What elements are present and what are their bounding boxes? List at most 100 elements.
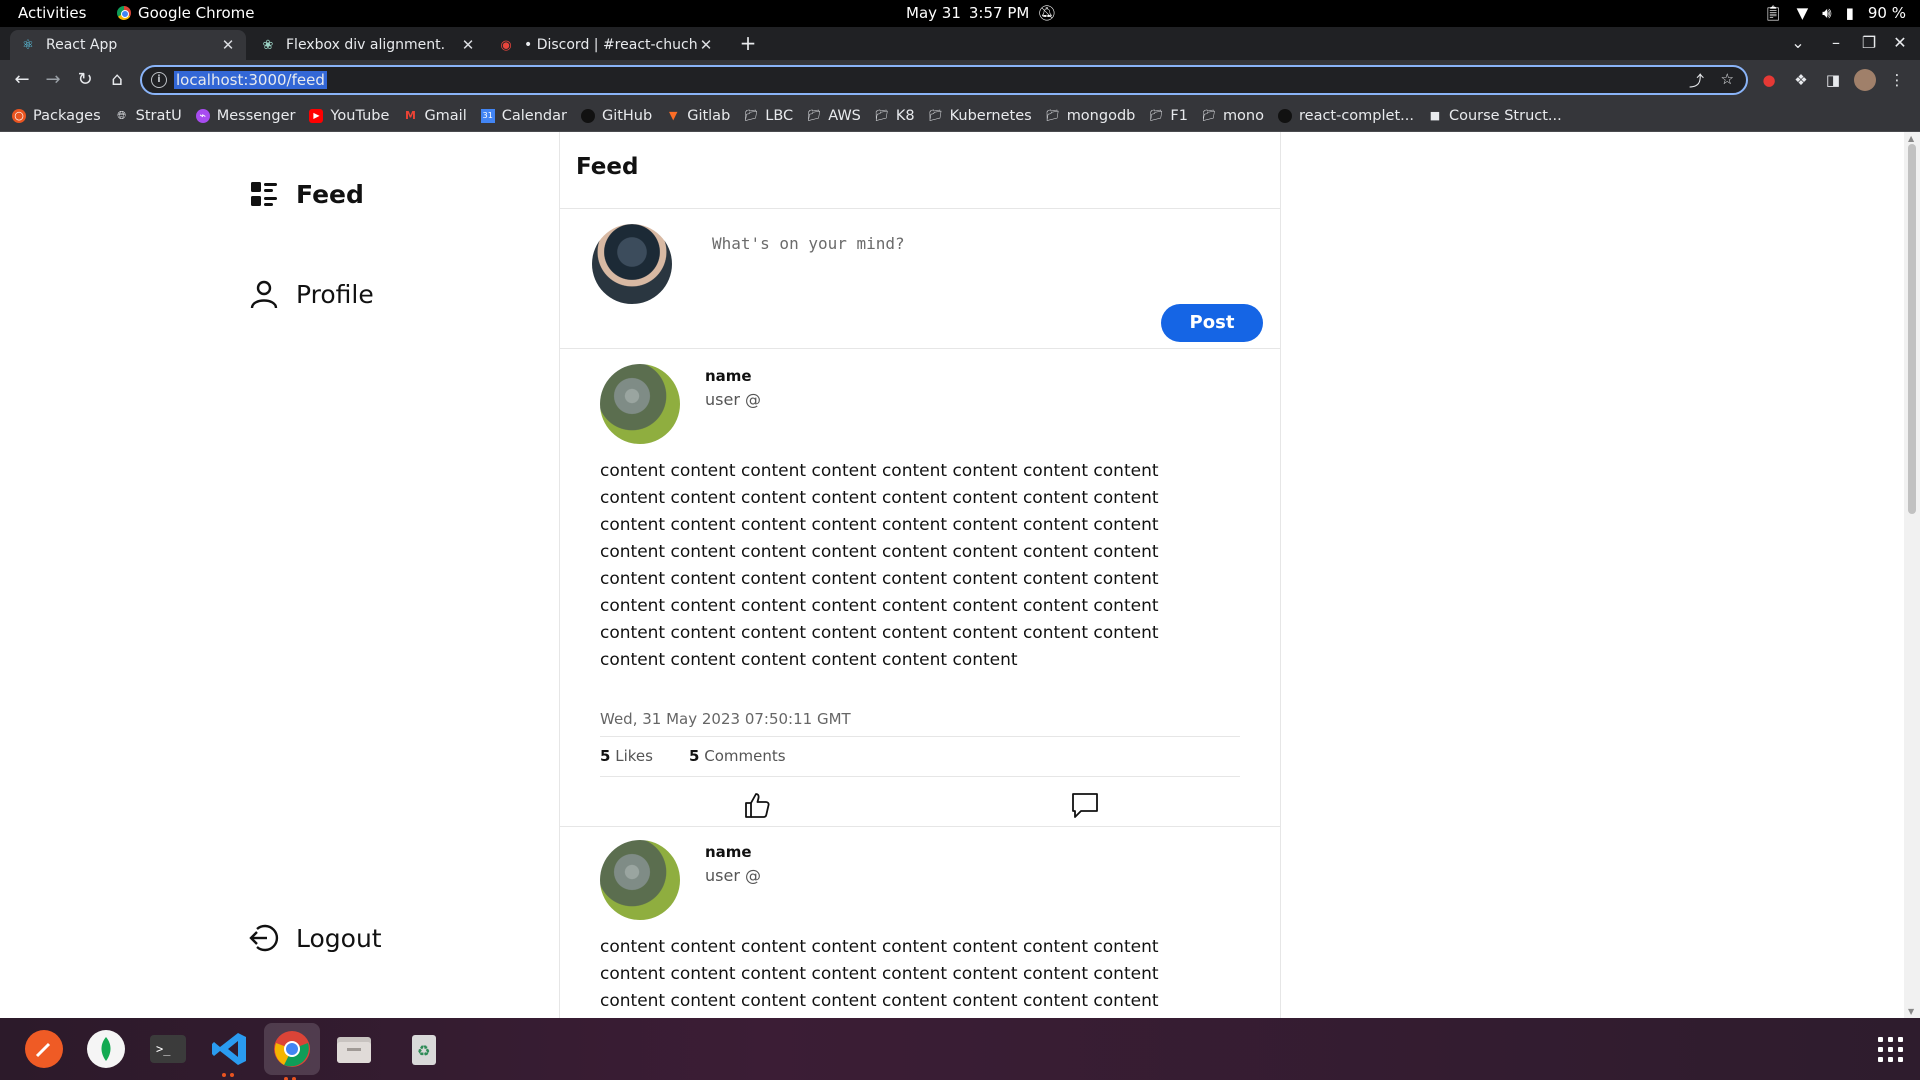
- gmail-icon: M: [404, 109, 416, 122]
- address-bar[interactable]: i localhost:3000/feed ⤴ ☆: [140, 65, 1748, 95]
- folder-icon: 📁︎: [807, 109, 822, 122]
- bookmark-folder-aws[interactable]: 📁︎ AWS: [807, 108, 861, 124]
- tab-react-app[interactable]: ⚛ React App ✕: [10, 30, 246, 60]
- dock-trash[interactable]: ♻: [402, 1027, 446, 1071]
- tab-discord[interactable]: ◉ • Discord | #react-chuchu ✕: [488, 30, 724, 60]
- svg-text:♻: ♻: [417, 1042, 430, 1060]
- close-tab-icon[interactable]: ✕: [698, 36, 714, 54]
- wifi-icon: ▼: [1796, 4, 1809, 22]
- post-content: content content content content content …: [600, 937, 1159, 1011]
- bookmark-star-icon[interactable]: ☆: [1721, 70, 1734, 88]
- dock-terminal[interactable]: >_: [146, 1027, 190, 1071]
- share-icon[interactable]: ⤴: [1689, 70, 1704, 91]
- profile-avatar-icon[interactable]: [1854, 69, 1876, 91]
- postman-icon: [25, 1030, 63, 1068]
- page-scrollbar[interactable]: ▲ ▼: [1904, 132, 1920, 1018]
- tab-search-icon[interactable]: ⌄: [1786, 31, 1810, 55]
- system-tray[interactable]: 📋︎ ▼ 🔊︎ ▮ 90 %: [1764, 4, 1906, 22]
- clipboard-icon[interactable]: 📋︎: [1764, 4, 1783, 22]
- avatar[interactable]: [600, 364, 680, 444]
- bookmark-folder-k8[interactable]: 📁︎ K8: [875, 108, 915, 124]
- close-window-icon[interactable]: ✕: [1888, 31, 1912, 55]
- sidebar-item-feed[interactable]: Feed: [248, 178, 364, 210]
- folder-icon: 📁︎: [874, 109, 889, 122]
- tab-title: • Discord | #react-chuchu: [524, 37, 698, 53]
- post-composer-input[interactable]: [712, 234, 1252, 253]
- post-button[interactable]: Post: [1161, 304, 1263, 342]
- new-tab-button[interactable]: +: [734, 31, 762, 57]
- app-name: Google Chrome: [138, 4, 255, 22]
- bookmark-gitlab[interactable]: ▼ Gitlab: [666, 108, 730, 124]
- tab-title: React App: [46, 37, 118, 53]
- discord-icon: ◉: [500, 37, 512, 53]
- minimize-icon[interactable]: –: [1824, 31, 1848, 55]
- bookmark-stratu[interactable]: 🌐︎ StratU: [115, 108, 181, 124]
- comments-count[interactable]: 5 Comments: [689, 747, 786, 765]
- clock-date: May 31: [906, 4, 961, 22]
- system-top-bar: Activities Google Chrome May 31 3:57 PM …: [0, 0, 1920, 27]
- home-icon[interactable]: ⌂: [105, 68, 129, 92]
- tab-strip: ⚛ React App ✕ ❀ Flexbox div alignment. ✕…: [0, 27, 1920, 60]
- back-icon[interactable]: ←: [10, 68, 34, 92]
- avatar[interactable]: [600, 840, 680, 920]
- like-button[interactable]: [742, 790, 772, 820]
- clock[interactable]: May 31 3:57 PM 🔕︎: [906, 4, 1056, 22]
- bookmark-folder-kubernetes[interactable]: 📁︎ Kubernetes: [929, 108, 1032, 124]
- close-tab-icon[interactable]: ✕: [460, 36, 476, 54]
- scroll-down-icon[interactable]: ▼: [1908, 1007, 1914, 1016]
- vscode-icon: [212, 1033, 246, 1065]
- folder-icon: 📁︎: [1201, 109, 1216, 122]
- battery-icon: ▮: [1845, 4, 1854, 22]
- activities-button[interactable]: Activities: [18, 4, 86, 22]
- battery-percent: 90 %: [1867, 4, 1906, 22]
- show-apps-icon[interactable]: [1878, 1037, 1904, 1063]
- scroll-up-icon[interactable]: ▲: [1908, 134, 1914, 143]
- sidebar-item-logout[interactable]: Logout: [248, 922, 382, 954]
- site-info-icon[interactable]: i: [151, 72, 167, 88]
- likes-count[interactable]: 5 Likes: [600, 747, 653, 765]
- bookmark-folder-mono[interactable]: 📁︎ mono: [1202, 108, 1264, 124]
- bookmark-folder-f1[interactable]: 📁︎ F1: [1149, 108, 1188, 124]
- bookmark-youtube[interactable]: ▶ YouTube: [309, 108, 389, 124]
- sidebar-item-profile[interactable]: Profile: [248, 278, 374, 310]
- maximize-icon[interactable]: ❐: [1857, 31, 1881, 55]
- clock-time: 3:57 PM: [968, 4, 1030, 22]
- bookmark-folder-mongodb[interactable]: 📁︎ mongodb: [1046, 108, 1136, 124]
- close-tab-icon[interactable]: ✕: [220, 36, 236, 54]
- comment-button[interactable]: [1070, 790, 1100, 820]
- bookmark-github[interactable]: GitHub: [580, 108, 652, 124]
- gitlab-icon: ▼: [668, 109, 678, 122]
- post-author-name[interactable]: name: [705, 367, 752, 385]
- bookmark-folder-lbc[interactable]: 📁︎ LBC: [744, 108, 793, 124]
- avatar[interactable]: [592, 224, 672, 304]
- dock-chrome[interactable]: [264, 1023, 320, 1080]
- github-icon: [580, 108, 595, 123]
- scrollbar-thumb[interactable]: [1908, 144, 1916, 514]
- folder-icon: 📁︎: [1149, 109, 1164, 122]
- dock-mongodb-compass[interactable]: [84, 1027, 128, 1071]
- post-author-name[interactable]: name: [705, 843, 752, 861]
- dock-files[interactable]: [332, 1027, 376, 1071]
- dock-postman[interactable]: [22, 1027, 66, 1071]
- url-text[interactable]: localhost:3000/feed: [174, 71, 327, 89]
- side-panel-icon[interactable]: ◨: [1822, 69, 1844, 91]
- bookmark-messenger[interactable]: ⌁ Messenger: [195, 108, 295, 124]
- bookmark-course-structure[interactable]: ■ Course Struct...: [1428, 108, 1562, 124]
- reload-icon[interactable]: ↻: [73, 68, 97, 92]
- extensions-puzzle-icon[interactable]: ❖: [1790, 69, 1812, 91]
- forward-icon[interactable]: →: [41, 68, 65, 92]
- dock-vscode[interactable]: [208, 1027, 252, 1077]
- app-menu[interactable]: Google Chrome: [117, 4, 255, 22]
- bookmark-gmail[interactable]: M Gmail: [403, 108, 467, 124]
- tab-flexbox[interactable]: ❀ Flexbox div alignment. ✕: [250, 30, 486, 60]
- github-icon: [1278, 108, 1292, 123]
- chrome-menu-icon[interactable]: ⋮: [1886, 69, 1908, 91]
- bookmark-react-complete[interactable]: react-complet...: [1278, 108, 1414, 124]
- post-card: name user @ content content content cont…: [560, 348, 1280, 826]
- bookmark-calendar[interactable]: 31 Calendar: [480, 108, 567, 124]
- extension-icon[interactable]: ●: [1758, 69, 1780, 91]
- running-indicator: [230, 1073, 234, 1077]
- bookmark-packages[interactable]: ○ Packages: [12, 108, 101, 124]
- post-author-handle: user @: [705, 866, 761, 885]
- bookmarks-bar: ○ Packages 🌐︎ StratU ⌁ Messenger ▶ YouTube M…: [0, 100, 1920, 132]
